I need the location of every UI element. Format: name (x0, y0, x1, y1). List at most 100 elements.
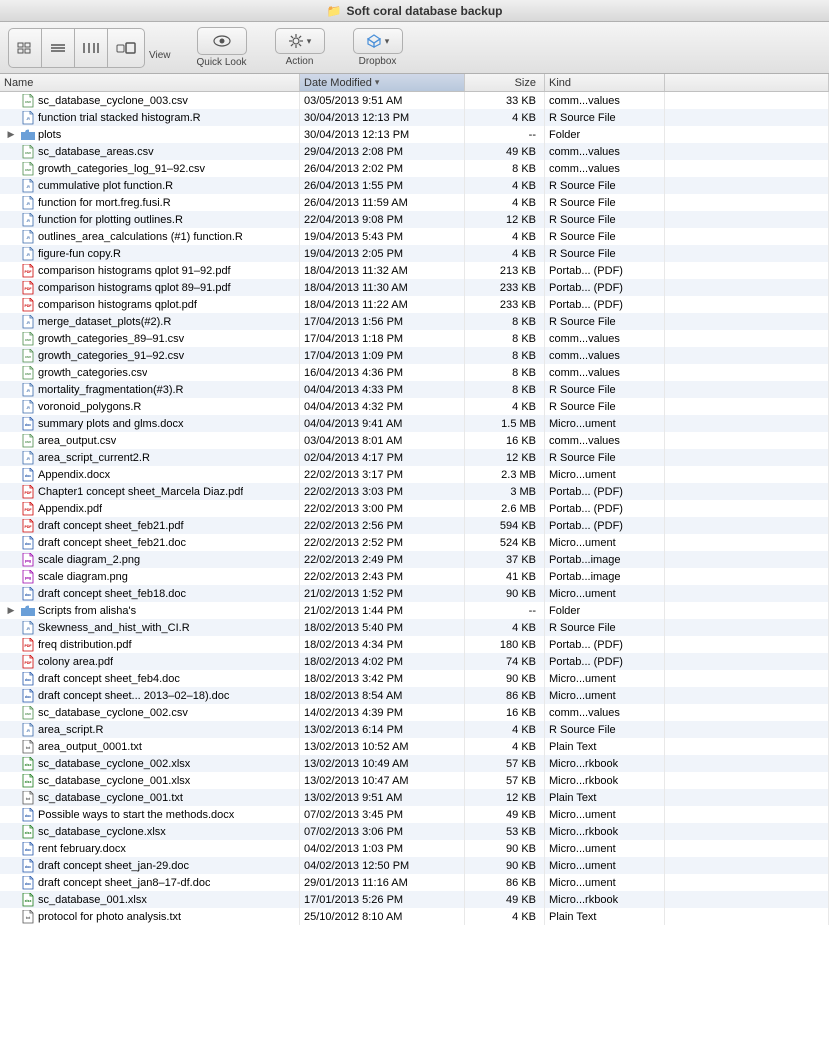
table-row[interactable]: doc summary plots and glms.docx 04/04/20… (0, 415, 829, 432)
table-row[interactable]: .R function for mort.freg.fusi.R 26/04/2… (0, 194, 829, 211)
table-row[interactable]: .R outlines_area_calculations (#1) funct… (0, 228, 829, 245)
table-row[interactable]: xlsx sc_database_cyclone_001.xlsx 13/02/… (0, 772, 829, 789)
cell-date: 18/02/2013 3:42 PM (300, 670, 465, 687)
cell-extra (665, 109, 829, 126)
cell-kind: Micro...ument (545, 840, 665, 857)
table-row[interactable]: doc rent february.docx 04/02/2013 1:03 P… (0, 840, 829, 857)
table-row[interactable]: doc Possible ways to start the methods.d… (0, 806, 829, 823)
table-row[interactable]: .R figure-fun copy.R 19/04/2013 2:05 PM … (0, 245, 829, 262)
table-row[interactable]: PDF draft concept sheet_feb21.pdf 22/02/… (0, 517, 829, 534)
col-header-date[interactable]: Date Modified ▾ (300, 74, 465, 91)
cell-date: 22/02/2013 2:49 PM (300, 551, 465, 568)
table-row[interactable]: doc Appendix.docx 22/02/2013 3:17 PM 2.3… (0, 466, 829, 483)
file-name: Chapter1 concept sheet_Marcela Diaz.pdf (38, 486, 243, 498)
table-row[interactable]: .R function for plotting outlines.R 22/0… (0, 211, 829, 228)
cell-size: 4 KB (465, 908, 545, 925)
table-row[interactable]: txt protocol for photo analysis.txt 25/1… (0, 908, 829, 925)
table-row[interactable]: PDF comparison histograms qplot 91–92.pd… (0, 262, 829, 279)
file-name: Possible ways to start the methods.docx (38, 809, 234, 821)
table-row[interactable]: png scale diagram.png 22/02/2013 2:43 PM… (0, 568, 829, 585)
coverflow-view-button[interactable] (108, 29, 144, 67)
table-row[interactable]: .R function trial stacked histogram.R 30… (0, 109, 829, 126)
svg-text:.R: .R (26, 117, 30, 121)
cell-date: 22/02/2013 3:03 PM (300, 483, 465, 500)
cell-kind: R Source File (545, 449, 665, 466)
table-row[interactable]: .R area_script_current2.R 02/04/2013 4:1… (0, 449, 829, 466)
table-row[interactable]: txt area_output_0001.txt 13/02/2013 10:5… (0, 738, 829, 755)
expand-arrow-cell[interactable]: ▶ (4, 605, 18, 616)
table-row[interactable]: doc draft concept sheet_feb18.doc 21/02/… (0, 585, 829, 602)
cell-name: csv area_output.csv (0, 432, 300, 449)
table-row[interactable]: csv area_output.csv 03/04/2013 8:01 AM 1… (0, 432, 829, 449)
expand-icon[interactable]: ▶ (8, 129, 15, 140)
table-row[interactable]: PDF comparison histograms qplot.pdf 18/0… (0, 296, 829, 313)
table-row[interactable]: txt sc_database_cyclone_001.txt 13/02/20… (0, 789, 829, 806)
expand-arrow-cell[interactable]: ▶ (4, 129, 18, 140)
cell-name: doc draft concept sheet_feb18.doc (0, 585, 300, 602)
file-type-icon: txt (21, 791, 35, 805)
dropbox-action[interactable]: ▾ Dropbox (343, 26, 413, 69)
table-row[interactable]: xlsx sc_database_cyclone.xlsx 07/02/2013… (0, 823, 829, 840)
table-row[interactable]: doc draft concept sheet_jan-29.doc 04/02… (0, 857, 829, 874)
table-row[interactable]: csv growth_categories_log_91–92.csv 26/0… (0, 160, 829, 177)
table-row[interactable]: xlsx sc_database_cyclone_002.xlsx 13/02/… (0, 755, 829, 772)
table-row[interactable]: csv sc_database_cyclone_003.csv 03/05/20… (0, 92, 829, 109)
table-row[interactable]: png scale diagram_2.png 22/02/2013 2:49 … (0, 551, 829, 568)
cell-name: doc draft concept sheet... 2013–02–18).d… (0, 687, 300, 704)
svg-text:.R: .R (26, 729, 30, 733)
cell-extra (665, 449, 829, 466)
cell-name: .R function for mort.freg.fusi.R (0, 194, 300, 211)
quicklook-action[interactable]: Quick Look (187, 25, 257, 70)
table-row[interactable]: .R voronoid_polygons.R 04/04/2013 4:32 P… (0, 398, 829, 415)
cell-kind: Portab... (PDF) (545, 483, 665, 500)
cell-name: ▶ Scripts from alisha's (0, 602, 300, 619)
file-type-icon: csv (21, 366, 35, 380)
cell-extra (665, 738, 829, 755)
table-row[interactable]: .R merge_dataset_plots(#2).R 17/04/2013 … (0, 313, 829, 330)
view-label: View (149, 50, 171, 61)
icon-view-button[interactable] (9, 29, 42, 67)
table-row[interactable]: .R Skewness_and_hist_with_CI.R 18/02/201… (0, 619, 829, 636)
table-row[interactable]: PDF Appendix.pdf 22/02/2013 3:00 PM 2.6 … (0, 500, 829, 517)
cell-extra (665, 602, 829, 619)
table-row[interactable]: xlsx sc_database_001.xlsx 17/01/2013 5:2… (0, 891, 829, 908)
table-row[interactable]: csv sc_database_cyclone_002.csv 14/02/20… (0, 704, 829, 721)
cell-name: xlsx sc_database_cyclone_001.xlsx (0, 772, 300, 789)
table-row[interactable]: PDF colony area.pdf 18/02/2013 4:02 PM 7… (0, 653, 829, 670)
table-row[interactable]: doc draft concept sheet_jan8–17-df.doc 2… (0, 874, 829, 891)
col-header-size[interactable]: Size (465, 74, 545, 91)
table-row[interactable]: .R cummulative plot function.R 26/04/201… (0, 177, 829, 194)
table-row[interactable]: csv growth_categories.csv 16/04/2013 4:3… (0, 364, 829, 381)
table-row[interactable]: doc draft concept sheet_feb21.doc 22/02/… (0, 534, 829, 551)
table-row[interactable]: PDF Chapter1 concept sheet_Marcela Diaz.… (0, 483, 829, 500)
cell-size: 33 KB (465, 92, 545, 109)
cell-name: PDF Appendix.pdf (0, 500, 300, 517)
file-type-icon: xlsx (21, 757, 35, 771)
table-row[interactable]: .R area_script.R 13/02/2013 6:14 PM 4 KB… (0, 721, 829, 738)
table-row[interactable]: csv growth_categories_91–92.csv 17/04/20… (0, 347, 829, 364)
table-row[interactable]: ▶ Scripts from alisha's 21/02/2013 1:44 … (0, 602, 829, 619)
file-name: growth_categories_91–92.csv (38, 350, 184, 362)
cell-date: 18/02/2013 5:40 PM (300, 619, 465, 636)
table-row[interactable]: doc draft concept sheet... 2013–02–18).d… (0, 687, 829, 704)
svg-text:.R: .R (26, 406, 30, 410)
file-name: sc_database_areas.csv (38, 146, 154, 158)
col-header-name[interactable]: Name (0, 74, 300, 91)
file-name: merge_dataset_plots(#2).R (38, 316, 171, 328)
action-action[interactable]: ▾ Action (265, 26, 335, 69)
expand-icon[interactable]: ▶ (8, 605, 15, 616)
cell-kind: comm...values (545, 160, 665, 177)
table-row[interactable]: doc draft concept sheet_feb4.doc 18/02/2… (0, 670, 829, 687)
cell-extra (665, 279, 829, 296)
table-row[interactable]: .R mortality_fragmentation(#3).R 04/04/2… (0, 381, 829, 398)
column-view-button[interactable] (75, 29, 108, 67)
table-row[interactable]: ▶ plots 30/04/2013 12:13 PM -- Folder (0, 126, 829, 143)
table-row[interactable]: PDF freq distribution.pdf 18/02/2013 4:3… (0, 636, 829, 653)
list-view-button[interactable] (42, 29, 75, 67)
table-row[interactable]: PDF comparison histograms qplot 89–91.pd… (0, 279, 829, 296)
table-row[interactable]: csv sc_database_areas.csv 29/04/2013 2:0… (0, 143, 829, 160)
file-type-icon: csv (21, 145, 35, 159)
col-header-kind[interactable]: Kind (545, 74, 665, 91)
table-row[interactable]: csv growth_categories_89–91.csv 17/04/20… (0, 330, 829, 347)
file-name: growth_categories_log_91–92.csv (38, 163, 205, 175)
